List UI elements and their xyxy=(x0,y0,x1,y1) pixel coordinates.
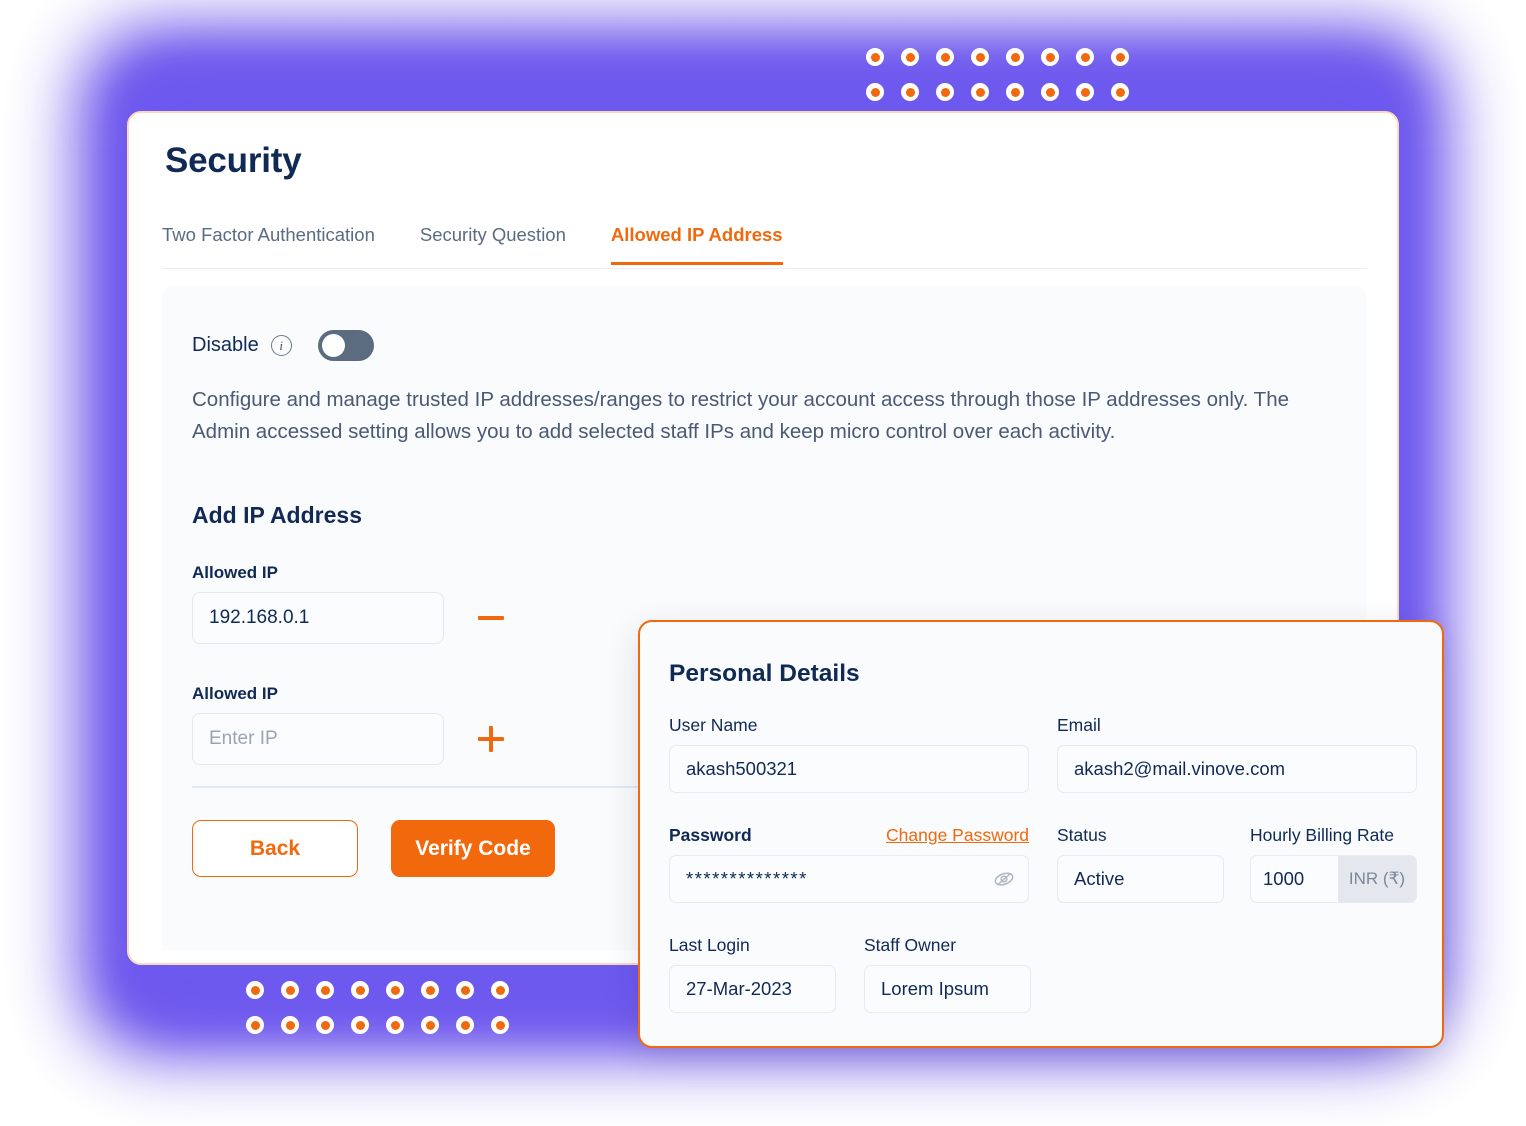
decorative-dot xyxy=(246,1016,264,1034)
email-input[interactable] xyxy=(1057,745,1417,793)
field-hourly-billing-rate: Hourly Billing Rate INR (₹) xyxy=(1250,825,1417,903)
decorative-dot xyxy=(901,83,919,101)
decorative-dot xyxy=(316,981,334,999)
decorative-dot xyxy=(1076,83,1094,101)
last-login-label: Last Login xyxy=(669,935,750,955)
decorative-dot xyxy=(1041,83,1059,101)
field-password: Password Change Password xyxy=(669,825,1029,903)
decorative-dot xyxy=(1006,83,1024,101)
back-button[interactable]: Back xyxy=(192,820,358,877)
decorative-dot xyxy=(456,1016,474,1034)
user-name-label: User Name xyxy=(669,715,758,735)
decorative-dot xyxy=(456,981,474,999)
tab-bar: Two Factor Authentication Security Quest… xyxy=(162,224,1367,269)
plus-icon[interactable] xyxy=(474,722,508,756)
disable-toggle[interactable] xyxy=(317,330,374,361)
decorative-dots-top xyxy=(866,48,1146,118)
user-name-input[interactable] xyxy=(669,745,1029,793)
tab-two-factor-authentication[interactable]: Two Factor Authentication xyxy=(162,224,375,265)
ip-row-2: Allowed IP xyxy=(192,684,508,765)
verify-code-button[interactable]: Verify Code xyxy=(391,820,555,877)
decorative-dot xyxy=(1111,83,1129,101)
hourly-rate-input[interactable] xyxy=(1251,856,1338,902)
decorative-dots-bottom xyxy=(246,981,526,1051)
decorative-dot xyxy=(971,83,989,101)
decorative-dot xyxy=(866,48,884,66)
allowed-ip-input-2[interactable] xyxy=(192,713,444,765)
field-status: Status xyxy=(1057,825,1224,903)
action-buttons: Back Verify Code xyxy=(192,820,555,877)
ip-row-1-label: Allowed IP xyxy=(192,563,278,582)
decorative-dot xyxy=(281,981,299,999)
decorative-dot xyxy=(351,981,369,999)
field-staff-owner: Staff Owner xyxy=(864,935,1031,1013)
decorative-dot xyxy=(491,981,509,999)
add-ip-heading: Add IP Address xyxy=(192,502,362,528)
panel-description: Configure and manage trusted IP addresse… xyxy=(192,388,1290,443)
decorative-dot xyxy=(936,83,954,101)
decorative-dot xyxy=(1006,48,1024,66)
personal-details-title: Personal Details xyxy=(669,660,860,687)
toggle-knob xyxy=(321,334,345,357)
email-label: Email xyxy=(1057,715,1101,735)
status-input[interactable] xyxy=(1057,855,1224,903)
tab-allowed-ip-address[interactable]: Allowed IP Address xyxy=(610,224,783,265)
decorative-dot xyxy=(281,1016,299,1034)
status-label: Status xyxy=(1057,825,1107,845)
decorative-dot xyxy=(386,981,404,999)
decorative-dot xyxy=(901,48,919,66)
field-last-login: Last Login xyxy=(669,935,836,1013)
screenshot-root: Security Two Factor Authentication Secur… xyxy=(0,0,1526,1126)
password-input[interactable] xyxy=(669,855,1029,903)
decorative-dot xyxy=(386,1016,404,1034)
staff-owner-label: Staff Owner xyxy=(864,935,957,955)
decorative-dot xyxy=(971,48,989,66)
decorative-dot xyxy=(491,1016,509,1034)
decorative-dot xyxy=(246,981,264,999)
minus-icon[interactable] xyxy=(474,601,508,635)
field-email: Email xyxy=(1057,715,1417,793)
ip-row-1: Allowed IP xyxy=(192,563,508,644)
personal-details-card: Personal Details User Name Email Passwor… xyxy=(638,620,1444,1048)
disable-label: Disable xyxy=(192,334,259,356)
info-icon[interactable]: i xyxy=(270,335,292,356)
field-user-name: User Name xyxy=(669,715,1029,793)
allowed-ip-input-1[interactable] xyxy=(192,592,444,644)
ip-row-2-label: Allowed IP xyxy=(192,684,278,703)
disable-row: Disable i xyxy=(192,330,374,361)
decorative-dot xyxy=(421,981,439,999)
last-login-input[interactable] xyxy=(669,965,836,1013)
currency-suffix: INR (₹) xyxy=(1338,856,1416,902)
decorative-dot xyxy=(866,83,884,101)
staff-owner-input[interactable] xyxy=(864,965,1031,1013)
password-label: Password xyxy=(669,825,752,845)
decorative-dot xyxy=(421,1016,439,1034)
hourly-rate-label: Hourly Billing Rate xyxy=(1250,825,1394,845)
decorative-dot xyxy=(1111,48,1129,66)
eye-slash-icon[interactable] xyxy=(992,867,1016,891)
decorative-dot xyxy=(1076,48,1094,66)
decorative-dot xyxy=(316,1016,334,1034)
decorative-dot xyxy=(351,1016,369,1034)
page-title: Security xyxy=(165,141,302,180)
decorative-dot xyxy=(1041,48,1059,66)
decorative-dot xyxy=(936,48,954,66)
change-password-link[interactable]: Change Password xyxy=(886,825,1029,846)
tab-security-question[interactable]: Security Question xyxy=(420,224,566,265)
